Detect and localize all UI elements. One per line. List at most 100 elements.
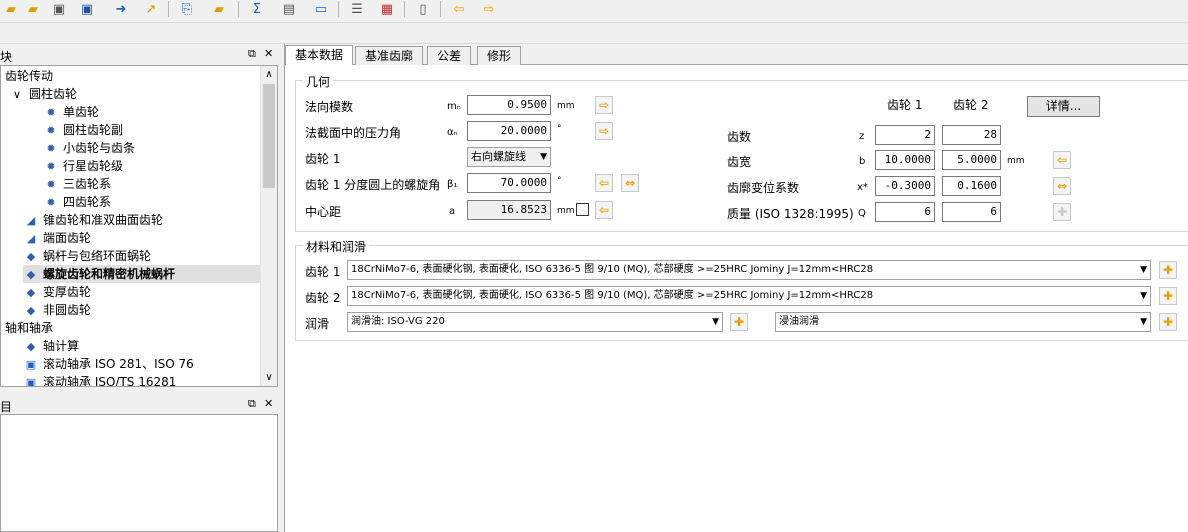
plus-icon[interactable]: ✚ xyxy=(1159,261,1177,279)
tab-modification[interactable]: 修形 xyxy=(477,46,522,65)
window-icon[interactable]: ▭ xyxy=(310,0,332,18)
lubrication-type-value: 浸油润滑 xyxy=(779,316,819,327)
folder-open-icon[interactable]: ▰ xyxy=(0,0,22,18)
arrow-left-icon[interactable]: ⇦ xyxy=(1053,151,1071,169)
arrow-right-icon[interactable]: ⇨ xyxy=(478,0,500,18)
arrow-left-icon[interactable]: ⇦ xyxy=(448,0,470,18)
normal-module-input[interactable]: 0.9500 xyxy=(467,95,551,115)
plus-icon[interactable]: ✚ xyxy=(730,313,748,331)
swap-icon[interactable]: ⇔ xyxy=(1053,177,1071,195)
tree-node-icon: ✹ xyxy=(46,124,56,137)
plus-icon[interactable]: ✚ xyxy=(1159,287,1177,305)
tree-node-icon: ◆ xyxy=(26,286,36,299)
arrow-right-icon[interactable]: ⇨ xyxy=(595,122,613,140)
details-button[interactable]: 详情... xyxy=(1027,96,1100,117)
tree-node-icon: ◆ xyxy=(26,268,36,281)
book-icon[interactable]: ▯ xyxy=(412,0,434,18)
sort-icon[interactable]: ↗ xyxy=(140,0,162,18)
quality-label: 质量 (ISO 1328:1995) xyxy=(727,207,854,221)
tree-item[interactable]: ▣ 滚动轴承 ISO 281、ISO 76 xyxy=(23,355,194,373)
tree-item[interactable]: ✹ 行星齿轮级 xyxy=(43,157,123,175)
tree-node-icon: ✹ xyxy=(46,142,56,155)
tree-item[interactable]: ✹ 小齿轮与齿条 xyxy=(43,139,135,157)
restore-icon[interactable]: ⧉ xyxy=(248,47,256,61)
arrow-left-icon[interactable]: ⇦ xyxy=(595,201,613,219)
tree-node-icon: ✹ xyxy=(46,106,56,119)
tree-item[interactable]: ◆ 变厚齿轮 xyxy=(23,283,91,301)
close-icon[interactable]: ✕ xyxy=(264,47,273,60)
normal-module-label: 法向模数 xyxy=(305,100,354,114)
close-icon[interactable]: ✕ xyxy=(264,397,273,410)
face-width-gear1-input[interactable]: 10.0000 xyxy=(875,150,935,170)
chevron-down-icon: ▼ xyxy=(1140,317,1147,327)
scroll-up-icon[interactable]: ∧ xyxy=(261,66,277,83)
plus-icon[interactable]: ✚ xyxy=(1159,313,1177,331)
face-width-gear2-input[interactable]: 5.0000 xyxy=(942,150,1001,170)
teeth-gear1-input[interactable]: 2 xyxy=(875,125,935,145)
tree-item[interactable]: ▣ 滚动轴承 ISO/TS 16281 xyxy=(23,373,177,387)
list-icon[interactable]: ☰ xyxy=(346,0,368,18)
profile-shift-gear1-input[interactable]: -0.3000 xyxy=(875,176,935,196)
tree-item[interactable]: ✹ 单齿轮 xyxy=(43,103,99,121)
center-distance-symbol: a xyxy=(449,206,456,217)
quality-gear1-input[interactable]: 6 xyxy=(875,202,935,222)
tree-item[interactable]: ◢ 锥齿轮和准双曲面齿轮 xyxy=(23,211,163,229)
teeth-label: 齿数 xyxy=(727,130,752,144)
save-as-icon[interactable]: ▣ xyxy=(76,0,98,18)
tab-basic-data[interactable]: 基本数据 xyxy=(285,45,354,65)
swap-icon[interactable]: ⇔ xyxy=(621,174,639,192)
tree-item[interactable]: ✹ 圆柱齿轮副 xyxy=(43,121,123,139)
open-icon[interactable]: ▰ xyxy=(22,0,44,18)
pressure-angle-symbol: αₙ xyxy=(447,127,458,138)
tree-item-label: 滚动轴承 ISO 281、ISO 76 xyxy=(43,357,194,371)
arrow-right-icon[interactable]: ⇨ xyxy=(595,96,613,114)
lubrication-type-select[interactable]: 浸油润滑 ▼ xyxy=(775,312,1151,332)
tree-item[interactable]: ◆ 蜗杆与包络环面蜗轮 xyxy=(23,247,151,265)
helix-angle-input[interactable]: 70.0000 xyxy=(467,173,551,193)
folder-icon[interactable]: ▰ xyxy=(208,0,230,18)
helix-direction-select[interactable]: 右向螺旋线 ▼ xyxy=(467,147,551,167)
face-width-symbol: b xyxy=(859,156,866,167)
tree-node-icon: ◢ xyxy=(26,214,36,227)
tree-item[interactable]: ✹ 四齿轮系 xyxy=(43,193,111,211)
restore-icon[interactable]: ⧉ xyxy=(248,397,256,411)
tab-tolerance[interactable]: 公差 xyxy=(427,46,472,65)
tree-item[interactable]: ◆ 非圆齿轮 xyxy=(23,301,91,319)
normal-module-symbol: mₙ xyxy=(447,101,461,112)
tree-node-icon: ✹ xyxy=(46,160,56,173)
arrow-left-icon[interactable]: ⇦ xyxy=(595,174,613,192)
center-distance-checkbox[interactable] xyxy=(576,203,589,216)
tree-item[interactable]: 轴和轴承 xyxy=(5,319,53,337)
tree-item-label: 行星齿轮级 xyxy=(63,159,124,173)
pressure-angle-input[interactable]: 20.0000 xyxy=(467,121,551,141)
tree-node-icon: ▣ xyxy=(25,358,37,371)
lubricant-select[interactable]: 润滑油: ISO-VG 220 ▼ xyxy=(347,312,723,332)
profile-shift-gear2-input[interactable]: 0.1600 xyxy=(942,176,1001,196)
face-width-unit: mm xyxy=(1007,156,1025,166)
scroll-thumb[interactable] xyxy=(263,84,275,188)
tree-item[interactable]: ◢ 端面齿轮 xyxy=(23,229,91,247)
report-icon[interactable]: ▤ xyxy=(278,0,300,18)
gear1-material-select[interactable]: 18CrNiMo7-6, 表面硬化钢, 表面硬化, ISO 6336-5 图 9… xyxy=(347,260,1151,280)
table-icon[interactable]: ▦ xyxy=(376,0,398,18)
tree-scrollbar[interactable]: ∧ ∨ xyxy=(260,66,277,386)
quality-gear2-input[interactable]: 6 xyxy=(942,202,1001,222)
tree-item[interactable]: 齿轮传动 xyxy=(5,67,53,85)
center-distance-input[interactable]: 16.8523 xyxy=(467,200,551,220)
tree-item[interactable]: ◆ 轴计算 xyxy=(23,337,79,355)
tree-item[interactable]: ∨ 圆柱齿轮 xyxy=(9,85,77,103)
sum-icon[interactable]: Σ xyxy=(246,0,268,18)
teeth-gear2-input[interactable]: 28 xyxy=(942,125,1001,145)
gear1-material-label: 齿轮 1 xyxy=(305,265,341,279)
tree-item[interactable]: ✹ 三齿轮系 xyxy=(43,175,111,193)
tree-item-label: 小齿轮与齿条 xyxy=(63,141,136,155)
tree-node-icon: ▣ xyxy=(25,376,37,387)
copy-icon[interactable]: ⎘ xyxy=(176,0,198,18)
tree-item-label: 单齿轮 xyxy=(63,105,100,119)
gear2-material-select[interactable]: 18CrNiMo7-6, 表面硬化钢, 表面硬化, ISO 6336-5 图 9… xyxy=(347,286,1151,306)
save-icon[interactable]: ▣ xyxy=(48,0,70,18)
scroll-down-icon[interactable]: ∨ xyxy=(261,369,277,386)
tab-reference-profile[interactable]: 基准齿廓 xyxy=(355,46,424,65)
export-icon[interactable]: ➜ xyxy=(110,0,132,18)
tree-item[interactable]: ◆ 螺旋齿轮和精密机械蜗杆 xyxy=(23,265,261,283)
